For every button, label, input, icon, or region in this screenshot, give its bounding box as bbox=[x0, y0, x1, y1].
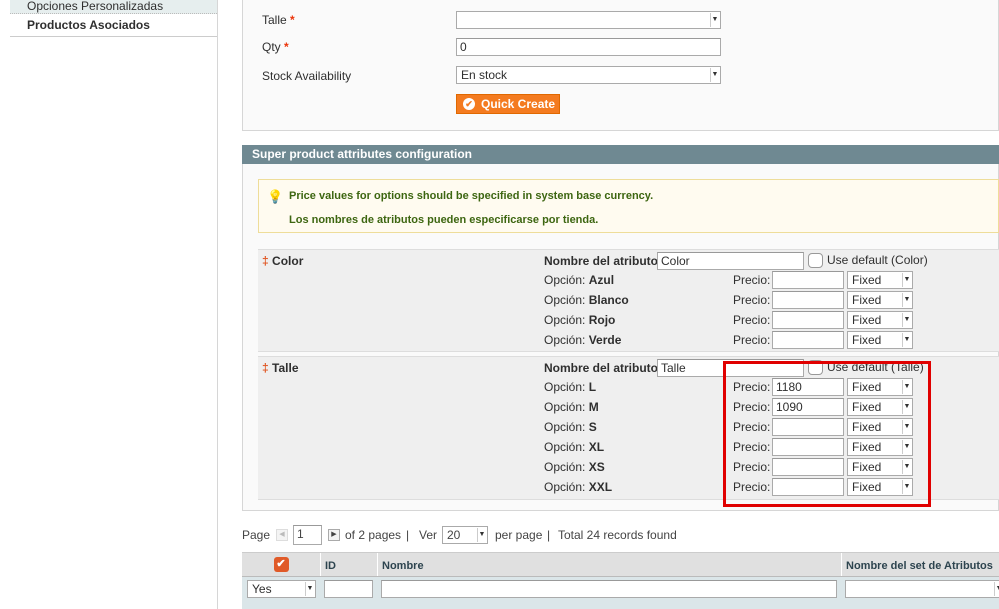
nombre-filter[interactable] bbox=[381, 580, 837, 598]
qty-label: Qty * bbox=[262, 40, 289, 54]
price-type-select[interactable]: Fixed ▼ bbox=[847, 331, 913, 349]
option-row: Opción: Blanco bbox=[544, 293, 629, 307]
attribute-name-input[interactable]: Color bbox=[657, 252, 804, 270]
chevron-down-icon: ▼ bbox=[902, 293, 911, 307]
in-products-filter[interactable]: Yes ▼ bbox=[247, 580, 316, 598]
option-row: Opción: Verde bbox=[544, 333, 622, 347]
check-icon: ✔ bbox=[463, 98, 475, 110]
tab-productos-asociados[interactable]: Productos Asociados bbox=[10, 14, 217, 37]
notice-currency: Price values for options should be speci… bbox=[289, 190, 654, 202]
column-attribute-set[interactable]: Nombre del set de Atributos bbox=[841, 553, 999, 576]
price-label: Precio: bbox=[733, 293, 771, 307]
select-all-checkbox[interactable]: ✔ bbox=[242, 553, 320, 576]
chevron-down-icon: ▼ bbox=[710, 68, 719, 82]
chevron-down-icon: ▼ bbox=[902, 313, 911, 327]
option-row: Opción: Rojo bbox=[544, 313, 616, 327]
price-type-select[interactable]: Fixed ▼ bbox=[847, 271, 913, 289]
price-type-select[interactable]: Fixed ▼ bbox=[847, 311, 913, 329]
sidebar: Opciones Personalizadas Productos Asocia… bbox=[0, 0, 218, 609]
per-page-label: per page bbox=[495, 528, 543, 542]
option-row: Opción: XXL bbox=[544, 480, 613, 494]
price-input[interactable] bbox=[772, 331, 844, 349]
prev-page-icon[interactable]: ◀ bbox=[276, 529, 288, 541]
use-default-label: Use default (Color) bbox=[827, 253, 928, 267]
quick-create-button[interactable]: ✔ Quick Create bbox=[456, 94, 560, 114]
chevron-down-icon: ▼ bbox=[477, 528, 486, 542]
attribute-name-label: Nombre del atributo: bbox=[544, 254, 663, 268]
drag-handle-icon[interactable]: ‡ bbox=[262, 254, 269, 268]
attribute-title[interactable]: ‡ Talle bbox=[262, 361, 299, 375]
option-row: Opción: L bbox=[544, 380, 597, 394]
stock-label: Stock Availability bbox=[262, 69, 352, 83]
chevron-down-icon: ▼ bbox=[305, 582, 314, 596]
price-input[interactable] bbox=[772, 291, 844, 309]
column-nombre[interactable]: Nombre bbox=[377, 553, 841, 576]
chevron-down-icon: ▼ bbox=[994, 582, 999, 596]
talle-select[interactable]: ▼ bbox=[456, 11, 721, 29]
total-records: Total 24 records found bbox=[558, 528, 677, 542]
price-label: Precio: bbox=[733, 313, 771, 327]
attribute-title[interactable]: ‡ Color bbox=[262, 254, 303, 268]
section-title: Super product attributes configuration bbox=[242, 145, 999, 164]
stock-select[interactable]: En stock ▼ bbox=[456, 66, 721, 84]
grid-filter-row: Yes▼ ▼ bbox=[242, 577, 999, 609]
per-page-select[interactable]: 20 ▼ bbox=[442, 526, 488, 544]
price-label: Precio: bbox=[733, 273, 771, 287]
lightbulb-icon: 💡 bbox=[267, 189, 284, 204]
checkbox-checked-icon: ✔ bbox=[273, 557, 289, 572]
chevron-down-icon: ▼ bbox=[902, 333, 911, 347]
talle-label: Talle * bbox=[262, 13, 295, 27]
page-label: Page bbox=[242, 528, 271, 542]
column-id[interactable]: ID bbox=[320, 553, 377, 576]
price-input[interactable] bbox=[772, 271, 844, 289]
option-row: Opción: XS bbox=[544, 460, 605, 474]
notice-store: Los nombres de atributos pueden especifi… bbox=[289, 214, 599, 226]
option-row: Opción: M bbox=[544, 400, 599, 414]
id-filter[interactable] bbox=[324, 580, 373, 598]
page-input[interactable]: 1 bbox=[293, 525, 322, 545]
highlight-box bbox=[723, 361, 931, 507]
option-row: Opción: Azul bbox=[544, 273, 615, 287]
qty-input[interactable]: 0 bbox=[456, 38, 721, 56]
view-label: Ver bbox=[419, 528, 438, 542]
notice-box: 💡 Price values for options should be spe… bbox=[258, 179, 999, 233]
option-row: Opción: S bbox=[544, 420, 597, 434]
grid-header: ✔ ID Nombre Nombre del set de Atributos bbox=[242, 552, 999, 577]
next-page-icon[interactable]: ▶ bbox=[328, 529, 340, 541]
drag-handle-icon[interactable]: ‡ bbox=[262, 361, 269, 375]
attribute-name-label: Nombre del atributo: bbox=[544, 361, 663, 375]
price-label: Precio: bbox=[733, 333, 771, 347]
price-type-select[interactable]: Fixed ▼ bbox=[847, 291, 913, 309]
chevron-down-icon: ▼ bbox=[710, 13, 719, 27]
separator: | bbox=[406, 528, 410, 542]
separator: | bbox=[547, 528, 551, 542]
pager: Page ◀ 1 ▶ of 2 pages | Ver 20 ▼ per page… bbox=[242, 525, 742, 545]
option-row: Opción: XL bbox=[544, 440, 605, 454]
page-count: of 2 pages bbox=[345, 528, 402, 542]
chevron-down-icon: ▼ bbox=[902, 273, 911, 287]
attribute-set-filter[interactable]: ▼ bbox=[845, 580, 999, 598]
use-default-checkbox[interactable] bbox=[808, 253, 823, 268]
price-input[interactable] bbox=[772, 311, 844, 329]
tab-opciones-personalizadas[interactable]: Opciones Personalizadas bbox=[10, 0, 217, 14]
